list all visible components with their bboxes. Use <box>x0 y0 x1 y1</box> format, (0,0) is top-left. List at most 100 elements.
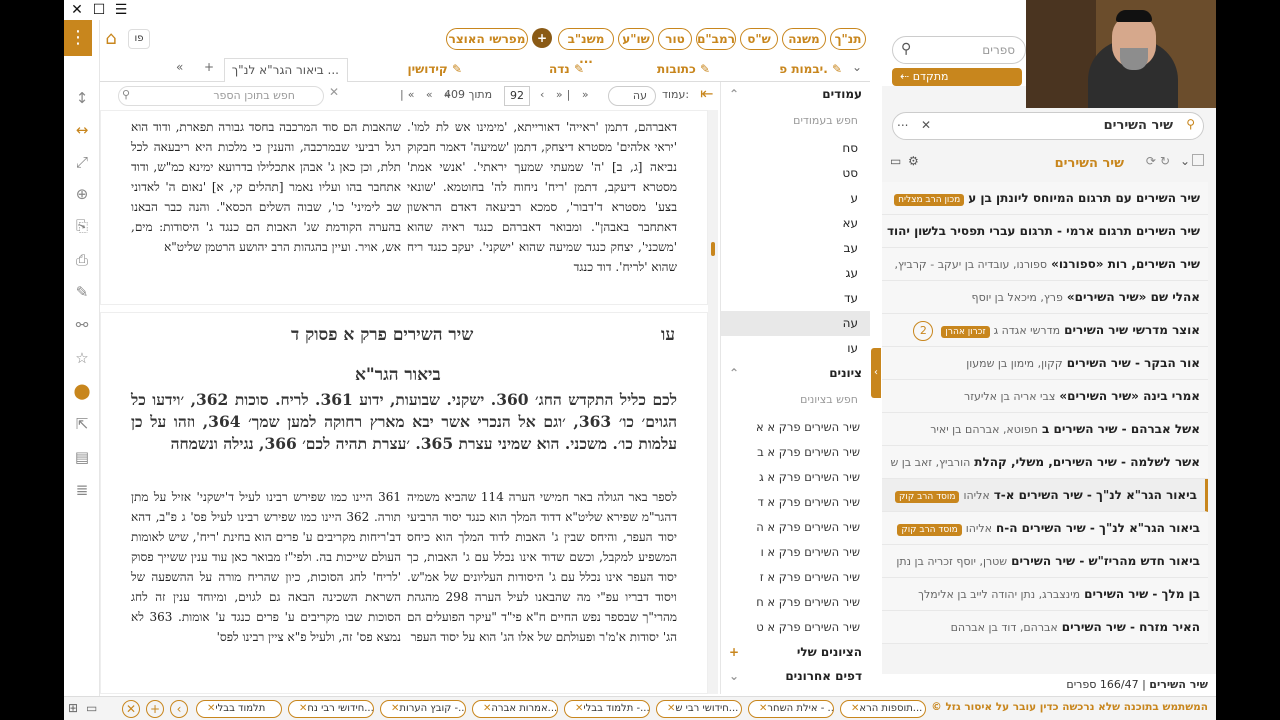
book-row[interactable]: שיר השירים, רות «ספורנו»ספורנו, עובדיה ב… <box>882 248 1208 281</box>
scroll-arrows-icon[interactable]: ↕ <box>68 86 96 110</box>
width-icon[interactable]: ↔ <box>68 118 96 142</box>
close-icon[interactable]: ✕ <box>70 2 84 18</box>
menu-dots-icon[interactable]: ⋮ <box>64 20 92 56</box>
recent-pages-header[interactable]: דפים אחרונים ⌄ <box>721 664 870 688</box>
bottom-tab[interactable]: ✕תלמוד בבלי -... <box>564 700 650 718</box>
scroll-tabs-icon[interactable]: ‹ <box>170 700 188 718</box>
tab-kiddushin[interactable]: קידושין ✎ <box>350 58 470 82</box>
amud-select[interactable]: עה <box>608 86 656 106</box>
amud-item[interactable]: סח <box>721 136 870 161</box>
book-button-tur[interactable]: טור <box>658 28 692 50</box>
fullscreen-icon[interactable]: ⤢ <box>68 150 96 174</box>
amud-item[interactable]: עו <box>721 336 870 361</box>
close-all-icon[interactable]: ✕ <box>122 700 140 718</box>
book-row[interactable]: ביאור חדש מהריז"ש - שיר השיריםשטרן, יוסף… <box>882 545 1208 578</box>
amud-item[interactable]: עג <box>721 261 870 286</box>
book-button-rambam[interactable]: רמב"ם <box>696 28 736 50</box>
status-icons[interactable]: ⊞▭ <box>68 701 105 715</box>
scrollbar[interactable] <box>708 110 718 694</box>
amud-item[interactable]: סט <box>721 161 870 186</box>
checkbox[interactable] <box>1192 154 1204 166</box>
new-tab-icon[interactable]: + <box>204 60 214 74</box>
add-icon[interactable]: + <box>729 640 739 664</box>
bottom-tab[interactable]: ✕תלמוד בבלי <box>196 700 282 718</box>
amud-item[interactable]: עא <box>721 211 870 236</box>
amudim-search-input[interactable]: חפש בעמודים <box>729 110 862 132</box>
book-row[interactable]: אהלי שם «שיר השירים»פרץ, מיכאל בן יוסף <box>882 281 1208 314</box>
collapse-panel-icon[interactable]: ‹ <box>871 348 881 398</box>
bottom-tab[interactable]: ✕תוספות הרא... <box>840 700 926 718</box>
tab-yevamot[interactable]: יבמות פ. ✎ <box>720 58 850 82</box>
menu-icon[interactable]: ☰ <box>114 2 128 18</box>
book-row[interactable]: אוצר מדרשי שיר השיריםמדרשי אגדה גזכרון א… <box>882 314 1208 347</box>
book-search-input[interactable]: חפש בתוכן הספר <box>118 86 324 106</box>
collapse-icon[interactable]: ⌃ <box>729 361 739 385</box>
back-arrow-icon[interactable]: ⇤ <box>700 84 718 106</box>
add-button[interactable]: + <box>532 28 552 48</box>
bottom-tab[interactable]: ✕קובץ הערות -... <box>380 700 466 718</box>
book-button-mishnab[interactable]: משנ"ב ... <box>558 28 614 66</box>
tab-biur-hagra[interactable]: ביאור הגר"א לנ"ך ... ✕ <box>224 58 348 99</box>
share-icon[interactable]: ⇱ <box>68 412 96 436</box>
document-icon[interactable]: ▤ <box>68 445 96 469</box>
book-row[interactable]: שיר השירים עם תרגום המיוחס ליונתן בן עמכ… <box>882 182 1208 215</box>
tab-nida[interactable]: נדה ✎ <box>472 58 592 82</box>
book-row[interactable]: שיר השירים תרגום ארמי - תרגום עברי תפסיר… <box>882 215 1208 248</box>
chevron-down-icon[interactable]: ⌄ <box>729 664 739 688</box>
reference-item[interactable]: שיר השירים פרק א ד <box>721 490 870 515</box>
bottom-tab[interactable]: ✕חידושי רבי נח... <box>288 700 374 718</box>
list-icon[interactable]: ≣ <box>68 478 96 502</box>
location-icon[interactable]: ⬤ <box>68 379 96 403</box>
nav-last-icons[interactable]: ‹ »| » <box>540 88 593 101</box>
reference-item[interactable]: שיר השירים פרק א ג <box>721 465 870 490</box>
book-button-shas[interactable]: ש"ס <box>740 28 778 50</box>
page-number-input[interactable]: 92 <box>504 86 530 106</box>
tabs-overflow-icon[interactable]: « <box>176 60 190 74</box>
amud-item[interactable]: ע <box>721 186 870 211</box>
refresh-icons[interactable]: ↻⟳ <box>1146 154 1174 168</box>
my-tziyunim-header[interactable]: הציונים שלי + <box>721 640 870 664</box>
chevron-down-icon[interactable]: ⌄ <box>852 60 862 74</box>
amud-item[interactable]: עב <box>721 236 870 261</box>
books-search-input[interactable]: ספרים ⚲ <box>892 36 1026 64</box>
advanced-search-button[interactable]: ⇠ מתקדם <box>892 68 1022 86</box>
amudim-header[interactable]: עמודים ⌃ <box>721 82 870 106</box>
reference-item[interactable]: שיר השירים פרק א ח <box>721 590 870 615</box>
print-icon[interactable]: ⎙ <box>68 248 96 272</box>
copy-icon[interactable]: ⎘ <box>68 214 96 238</box>
library-query-input[interactable]: ⚲ שיר השירים ✕ ... <box>892 112 1204 140</box>
book-row[interactable]: אור הבקר - שיר השיריםקקון, מימון בן שמעו… <box>882 347 1208 380</box>
tziyunim-search-input[interactable]: חפש בציונים <box>729 389 862 411</box>
tab-ketubot[interactable]: כתובות ✎ <box>594 58 718 82</box>
reference-item[interactable]: שיר השירים פרק א ז <box>721 565 870 590</box>
amud-item[interactable]: עד <box>721 286 870 311</box>
page-button[interactable]: פו <box>128 29 150 49</box>
link-icon[interactable]: ⚯ <box>68 313 96 337</box>
book-row[interactable]: אשל אברהם - שיר השירים בחפוטא, אברהם בן … <box>882 413 1208 446</box>
bottom-tab[interactable]: ✕אמרות אברה... <box>472 700 558 718</box>
reference-item[interactable]: שיר השירים פרק א ה <box>721 515 870 540</box>
book-row[interactable]: האיר מזרח - שיר השיריםאברהם, דוד בן אברה… <box>882 611 1208 644</box>
book-row[interactable]: אמרי בינה «שיר השירים»צבי אריה בן אליעזר <box>882 380 1208 413</box>
book-button-shua[interactable]: שו"ע <box>618 28 654 50</box>
book-row[interactable]: ביאור הגר"א לנ"ך - שיר השירים א-דאליהומו… <box>882 479 1208 512</box>
tziyunim-header[interactable]: ציונים ⌃ <box>721 361 870 385</box>
clear-icon[interactable]: ✕ <box>921 118 931 132</box>
star-icon[interactable]: ☆ <box>68 346 96 370</box>
book-row[interactable]: ביאור הגר"א לנ"ך - שיר השירים ה-חאליהומו… <box>882 512 1208 545</box>
reference-item[interactable]: שיר השירים פרק א ב <box>721 440 870 465</box>
reference-item[interactable]: שיר השירים פרק א ו <box>721 540 870 565</box>
home-icon[interactable]: ⌂ <box>100 28 122 50</box>
bottom-tab[interactable]: ✕אילת השחר - ... <box>748 700 834 718</box>
book-row[interactable]: בן מלך - שיר השיריםמינצברג, נתן יהודה לי… <box>882 578 1208 611</box>
amud-item-active[interactable]: עה <box>721 311 870 336</box>
chevron-down-icon[interactable]: ⌄ <box>1180 154 1190 168</box>
book-button-mishna[interactable]: משנה <box>782 28 826 50</box>
zoom-icon[interactable]: ⊕ <box>68 182 96 206</box>
folder-icon[interactable]: ▭ <box>890 154 901 168</box>
add-tab-icon[interactable]: + <box>146 700 164 718</box>
more-button[interactable]: ... <box>897 115 908 129</box>
reference-item[interactable]: שיר השירים פרק א ט <box>721 615 870 640</box>
book-row[interactable]: אשר לשלמה - שיר השירים, משלי, קהלתהורביץ… <box>882 446 1208 479</box>
reference-item[interactable]: שיר השירים פרק א א <box>721 415 870 440</box>
